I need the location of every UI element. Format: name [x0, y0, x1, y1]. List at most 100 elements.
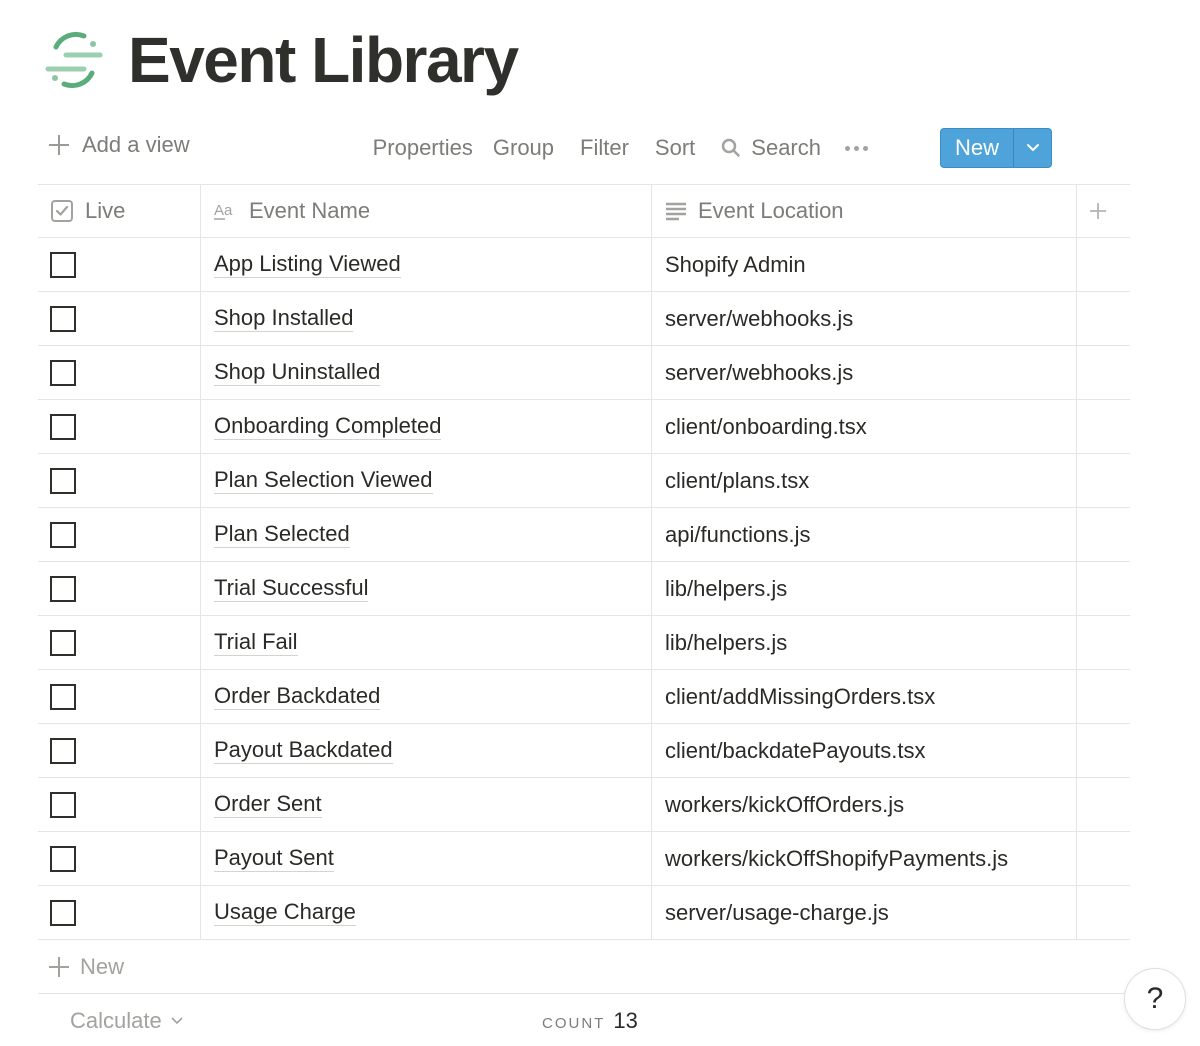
new-dropdown-button[interactable] [1013, 129, 1051, 167]
event-name-cell: Usage Charge [201, 886, 652, 939]
live-checkbox[interactable] [50, 791, 76, 818]
event-location-cell[interactable]: client/backdatePayouts.tsx [652, 724, 1077, 777]
search-icon [722, 138, 741, 157]
help-button[interactable]: ? [1124, 968, 1186, 1030]
live-cell [38, 400, 201, 453]
event-location-cell[interactable]: workers/kickOffOrders.js [652, 778, 1077, 831]
column-header-label: Event Name [249, 198, 371, 223]
event-name-link[interactable]: App Listing Viewed [214, 251, 401, 278]
add-view-label: Add a view [82, 132, 190, 157]
plus-icon [1090, 203, 1106, 219]
table-row: Usage Charge server/usage-charge.js [38, 886, 1130, 940]
add-row-label: New [80, 953, 125, 979]
event-name-cell: Order Sent [201, 778, 652, 831]
event-location-text: client/addMissingOrders.tsx [665, 683, 936, 709]
live-checkbox[interactable] [50, 845, 76, 872]
event-location-text: client/onboarding.tsx [665, 413, 867, 439]
calculate-label: Calculate [70, 1008, 162, 1033]
live-cell [38, 670, 201, 723]
event-name-link[interactable]: Trial Successful [214, 575, 369, 602]
new-button[interactable]: New [941, 129, 1013, 167]
event-location-text: lib/helpers.js [665, 575, 788, 601]
event-location-cell[interactable]: api/functions.js [652, 508, 1077, 561]
live-checkbox[interactable] [50, 899, 76, 926]
event-location-cell[interactable]: lib/helpers.js [652, 616, 1077, 669]
event-table: Live Aa Event Name Event Location App Li… [38, 184, 1130, 1046]
add-column-button[interactable] [1077, 185, 1130, 237]
column-header-event-location[interactable]: Event Location [652, 185, 1077, 237]
event-name-link[interactable]: Shop Installed [214, 305, 354, 332]
event-name-link[interactable]: Plan Selection Viewed [214, 467, 433, 494]
empty-cell [1077, 292, 1130, 345]
table-row: Shop Uninstalled server/webhooks.js [38, 346, 1130, 400]
add-view-button[interactable]: Add a view [48, 132, 190, 158]
live-cell [38, 616, 201, 669]
add-row-button[interactable]: New [38, 940, 1130, 994]
live-checkbox[interactable] [50, 521, 76, 548]
event-location-text: server/webhooks.js [665, 359, 854, 385]
column-header-label: Live [85, 198, 126, 223]
column-header-live[interactable]: Live [38, 185, 201, 237]
event-location-cell[interactable]: server/usage-charge.js [652, 886, 1077, 939]
event-name-cell: Payout Backdated [201, 724, 652, 777]
event-name-link[interactable]: Trial Fail [214, 629, 298, 656]
properties-button[interactable]: Properties [373, 135, 473, 161]
empty-cell [1077, 400, 1130, 453]
event-name-link[interactable]: Payout Sent [214, 845, 334, 872]
event-location-cell[interactable]: client/addMissingOrders.tsx [652, 670, 1077, 723]
event-name-link[interactable]: Usage Charge [214, 899, 356, 926]
live-cell [38, 778, 201, 831]
empty-cell [1077, 832, 1130, 885]
live-checkbox[interactable] [50, 359, 76, 386]
event-name-link[interactable]: Plan Selected [214, 521, 350, 548]
event-name-link[interactable]: Shop Uninstalled [214, 359, 381, 386]
empty-cell [1077, 238, 1130, 291]
live-checkbox[interactable] [50, 467, 76, 494]
event-location-cell[interactable]: lib/helpers.js [652, 562, 1077, 615]
event-name-link[interactable]: Payout Backdated [214, 737, 393, 764]
event-location-cell[interactable]: server/webhooks.js [652, 292, 1077, 345]
event-location-cell[interactable]: client/plans.tsx [652, 454, 1077, 507]
sort-button[interactable]: Sort [655, 135, 695, 161]
live-checkbox[interactable] [50, 629, 76, 656]
event-name-cell: Shop Installed [201, 292, 652, 345]
filter-button[interactable]: Filter [580, 135, 629, 161]
table-row: Trial Successful lib/helpers.js [38, 562, 1130, 616]
table-row: Onboarding Completed client/onboarding.ts… [38, 400, 1130, 454]
search-button[interactable]: Search [721, 135, 821, 161]
event-location-cell[interactable]: workers/kickOffShopifyPayments.js [652, 832, 1077, 885]
event-location-text: server/usage-charge.js [665, 899, 889, 925]
empty-cell [1077, 886, 1130, 939]
live-checkbox[interactable] [50, 305, 76, 332]
event-name-cell: Plan Selection Viewed [201, 454, 652, 507]
event-name-cell: Order Backdated [201, 670, 652, 723]
empty-cell [1077, 508, 1130, 561]
live-checkbox[interactable] [50, 575, 76, 602]
event-name-link[interactable]: Order Backdated [214, 683, 381, 710]
live-checkbox[interactable] [50, 413, 76, 440]
event-location-text: client/plans.tsx [665, 467, 810, 493]
table-row: Payout Backdated client/backdatePayouts.t… [38, 724, 1130, 778]
event-location-cell[interactable]: client/onboarding.tsx [652, 400, 1077, 453]
live-checkbox[interactable] [50, 683, 76, 710]
empty-cell [1077, 562, 1130, 615]
chevron-down-icon [1026, 144, 1039, 152]
event-location-cell[interactable]: server/webhooks.js [652, 346, 1077, 399]
event-name-link[interactable]: Order Sent [214, 791, 322, 818]
table-row: Plan Selection Viewed client/plans.tsx [38, 454, 1130, 508]
event-location-cell[interactable]: Shopify Admin [652, 238, 1077, 291]
plus-icon [49, 956, 69, 977]
title-property-icon: Aa [214, 202, 233, 220]
event-location-text: client/backdatePayouts.tsx [665, 737, 926, 763]
group-button[interactable]: Group [493, 135, 554, 161]
event-name-cell: Shop Uninstalled [201, 346, 652, 399]
count-summary[interactable]: COUNT 13 [542, 1008, 638, 1034]
live-checkbox[interactable] [50, 737, 76, 764]
live-checkbox[interactable] [50, 251, 76, 278]
event-name-link[interactable]: Onboarding Completed [214, 413, 442, 440]
live-cell [38, 886, 201, 939]
calculate-dropdown[interactable]: Calculate [70, 1008, 184, 1034]
more-horizontal-icon[interactable] [845, 145, 868, 151]
live-cell [38, 238, 201, 291]
column-header-event-name[interactable]: Aa Event Name [201, 185, 652, 237]
